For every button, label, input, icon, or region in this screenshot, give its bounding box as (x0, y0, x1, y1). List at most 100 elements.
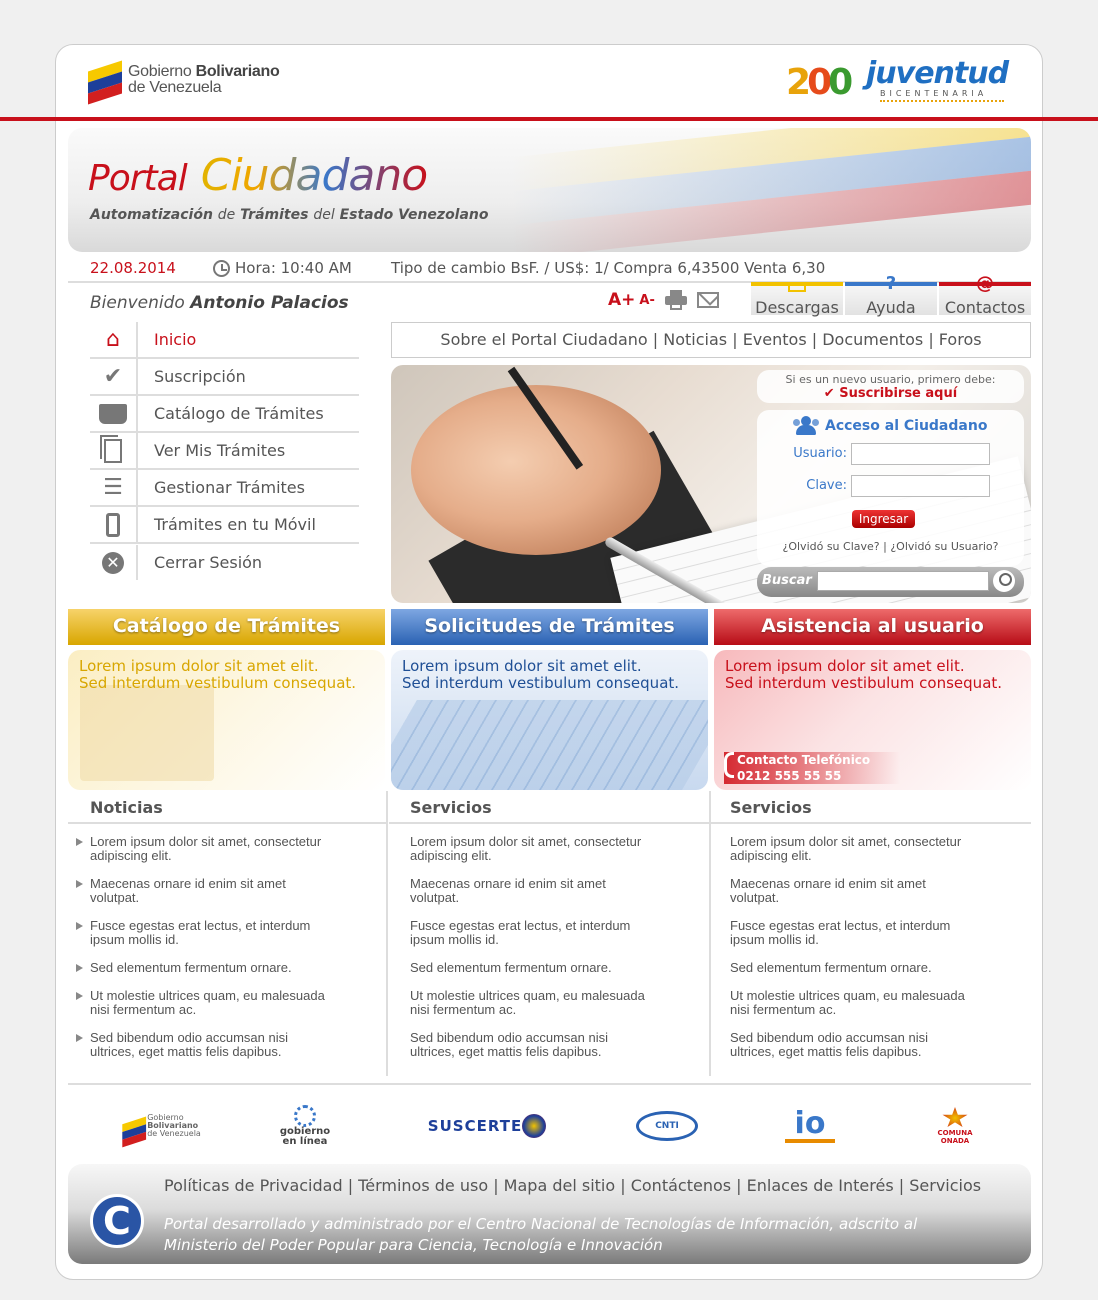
juventud-bicentenaria-logo[interactable]: 200 juventud BICENTENARIA (786, 56, 1009, 108)
footer-link-privacidad[interactable]: Políticas de Privacidad (164, 1176, 343, 1195)
flag-wave-graphic (511, 128, 1031, 252)
nav-link-sobre[interactable]: Sobre el Portal Ciudadano (440, 330, 647, 349)
section-divider (68, 1083, 1031, 1085)
list-item[interactable]: Ut molestie ultrices quam, eu malesuada n… (410, 989, 700, 1031)
partner-logo-cnti[interactable]: CNTI (630, 1100, 704, 1152)
sidebar-item-ver-tramites[interactable]: Ver Mis Trámites (90, 433, 359, 470)
list-item[interactable]: Fusce egestas erat lectus, et interdum ip… (730, 919, 1020, 961)
list-item[interactable]: Sed elementum fermentum ornare. (76, 961, 380, 989)
partner-logo-comuna[interactable]: COMUNA ONADA (932, 1100, 978, 1152)
documents-icon (90, 433, 138, 468)
subscribe-link[interactable]: ✔ Suscribirse aquí (757, 386, 1024, 401)
sidebar-item-movil[interactable]: Trámites en tu Móvil (90, 507, 359, 544)
nav-link-documentos[interactable]: Documentos (822, 330, 923, 349)
list-item[interactable]: Lorem ipsum dolor sit amet, consectetur a… (410, 835, 700, 877)
footer-link-servicios[interactable]: Servicios (909, 1176, 981, 1195)
nav-link-eventos[interactable]: Eventos (743, 330, 807, 349)
list-item[interactable]: Ut molestie ultrices quam, eu malesuada n… (76, 989, 380, 1031)
search-icon[interactable] (993, 570, 1015, 592)
bicentenario-200-icon: 200 (786, 62, 853, 103)
sidebar-item-label: Inicio (154, 330, 197, 349)
help-icon: ? (885, 273, 897, 294)
mobile-icon (90, 507, 138, 542)
partner-logo-gobierno[interactable]: Gobierno Bolivariano de Venezuela (118, 1100, 202, 1152)
list-item[interactable]: Sed bibendum odio accumsan nisi ultrices,… (76, 1031, 380, 1073)
list-item[interactable]: Fusce egestas erat lectus, et interdum ip… (410, 919, 700, 961)
accessibility-tools: A+ A- (608, 290, 719, 310)
list-item[interactable]: Maecenas ornare id enim sit amet volutpat… (76, 877, 380, 919)
list-item[interactable]: Fusce egestas erat lectus, et interdum ip… (76, 919, 380, 961)
list-item[interactable]: Sed elementum fermentum ornare. (730, 961, 1020, 989)
exchange-rate: Tipo de cambio BsF. / US$: 1/ Compra 6,4… (391, 259, 826, 277)
sidebar-item-inicio[interactable]: ⌂ Inicio (90, 322, 359, 359)
list-item[interactable]: Sed elementum fermentum ornare. (410, 961, 700, 989)
column-divider (386, 791, 388, 1076)
venezuela-flag-icon (122, 1116, 147, 1148)
list-item[interactable]: Ut molestie ultrices quam, eu malesuada n… (730, 989, 1020, 1031)
font-decrease-button[interactable]: A- (639, 293, 654, 308)
welcome-message: Bienvenido Antonio Palacios (90, 293, 349, 313)
new-user-notice: Si es un nuevo usuario, primero debe: ✔ … (757, 370, 1024, 403)
nav-link-foros[interactable]: Foros (939, 330, 982, 349)
footer-link-enlaces[interactable]: Enlaces de Interés (747, 1176, 894, 1195)
asistencia-usuario-header[interactable]: Asistencia al usuario (714, 609, 1031, 645)
solicitudes-tramites-header[interactable]: Solicitudes de Trámites (391, 609, 708, 645)
sidebar-item-gestionar[interactable]: ☰ Gestionar Trámites (90, 470, 359, 507)
keyboard-graphic (391, 700, 708, 790)
sidebar-item-cerrar-sesion[interactable]: ✕ Cerrar Sesión (90, 544, 359, 581)
print-icon[interactable] (664, 290, 687, 310)
list-item[interactable]: Sed bibendum odio accumsan nisi ultrices,… (730, 1031, 1020, 1073)
column-divider (709, 791, 711, 1076)
portal-subtitle: Automatización de Trámites del Estado Ve… (90, 207, 489, 223)
list-item[interactable]: Maecenas ornare id enim sit amet volutpat… (410, 877, 700, 919)
catalogo-tramites-header[interactable]: Catálogo de Trámites (68, 609, 385, 645)
list-item[interactable]: Maecenas ornare id enim sit amet volutpat… (730, 877, 1020, 919)
username-input[interactable] (851, 443, 990, 465)
globe-icon (294, 1105, 316, 1127)
cnti-certificate-seal-icon (90, 1194, 144, 1248)
tab-label: Contactos (944, 298, 1026, 317)
search-label: Buscar (762, 573, 812, 588)
tab-ayuda[interactable]: ? Ayuda (845, 275, 937, 317)
tab-label: Ayuda (866, 298, 916, 317)
nav-link-noticias[interactable]: Noticias (663, 330, 727, 349)
user-name: Antonio Palacios (190, 293, 349, 313)
password-input[interactable] (851, 475, 990, 497)
tab-descargas[interactable]: Descargas (751, 282, 843, 317)
list-item[interactable]: Lorem ipsum dolor sit amet, consectetur a… (76, 835, 380, 877)
forgot-credentials-link[interactable]: ¿Olvidó su Clave? | ¿Olvidó su Usuario? (757, 540, 1024, 553)
juventud-word: juventud (866, 56, 1009, 91)
partner-logo-interoperabilidad[interactable]: io (784, 1100, 836, 1152)
juventud-sub: BICENTENARIA (880, 89, 988, 98)
top-navigation: Sobre el Portal Ciudadano | Noticias | E… (391, 322, 1031, 358)
footer-link-mapa[interactable]: Mapa del sitio (504, 1176, 615, 1195)
sidebar-item-label: Ver Mis Trámites (154, 441, 286, 460)
partner-logo-gobierno-en-linea[interactable]: gobierno en línea (278, 1100, 332, 1152)
footer-link-contactenos[interactable]: Contáctenos (631, 1176, 731, 1195)
font-increase-button[interactable]: A+ (608, 290, 635, 310)
login-title: Acceso al Ciudadano (825, 418, 988, 434)
catalogo-tramites-box[interactable]: Lorem ipsum dolor sit amet elit. Sed inte… (68, 650, 385, 790)
login-button[interactable]: Ingresar (852, 510, 915, 528)
sidebar-item-suscripcion[interactable]: ✔ Suscripción (90, 359, 359, 396)
column-heading-noticias: Noticias (90, 798, 163, 817)
gob-logo-bold: Bolivariano (195, 63, 280, 80)
solicitudes-tramites-box[interactable]: Lorem ipsum dolor sit amet elit. Sed inte… (391, 650, 708, 790)
servicios-list: Lorem ipsum dolor sit amet, consectetur a… (410, 835, 700, 1073)
gobierno-logo[interactable]: Gobierno Bolivariano de Venezuela (88, 60, 280, 105)
users-icon (793, 416, 821, 435)
list-item[interactable]: Sed bibendum odio accumsan nisi ultrices,… (410, 1031, 700, 1073)
search-input[interactable] (817, 571, 989, 591)
sidebar-item-label: Catálogo de Trámites (154, 404, 324, 423)
asistencia-usuario-box[interactable]: Lorem ipsum dolor sit amet elit. Sed inte… (714, 650, 1031, 790)
partner-logo-suscerte[interactable]: SUSCERTE (414, 1100, 560, 1152)
download-icon (788, 282, 806, 292)
sidebar-item-label: Cerrar Sesión (154, 553, 263, 572)
sidebar-item-catalogo[interactable]: Catálogo de Trámites (90, 396, 359, 433)
footer-link-terminos[interactable]: Términos de uso (358, 1176, 488, 1195)
list-item[interactable]: Lorem ipsum dolor sit amet, consectetur a… (730, 835, 1020, 877)
book-icon (90, 396, 138, 431)
sidebar-item-label: Gestionar Trámites (154, 478, 305, 497)
tab-contactos[interactable]: @ Contactos (939, 275, 1031, 317)
email-icon[interactable] (696, 292, 719, 308)
